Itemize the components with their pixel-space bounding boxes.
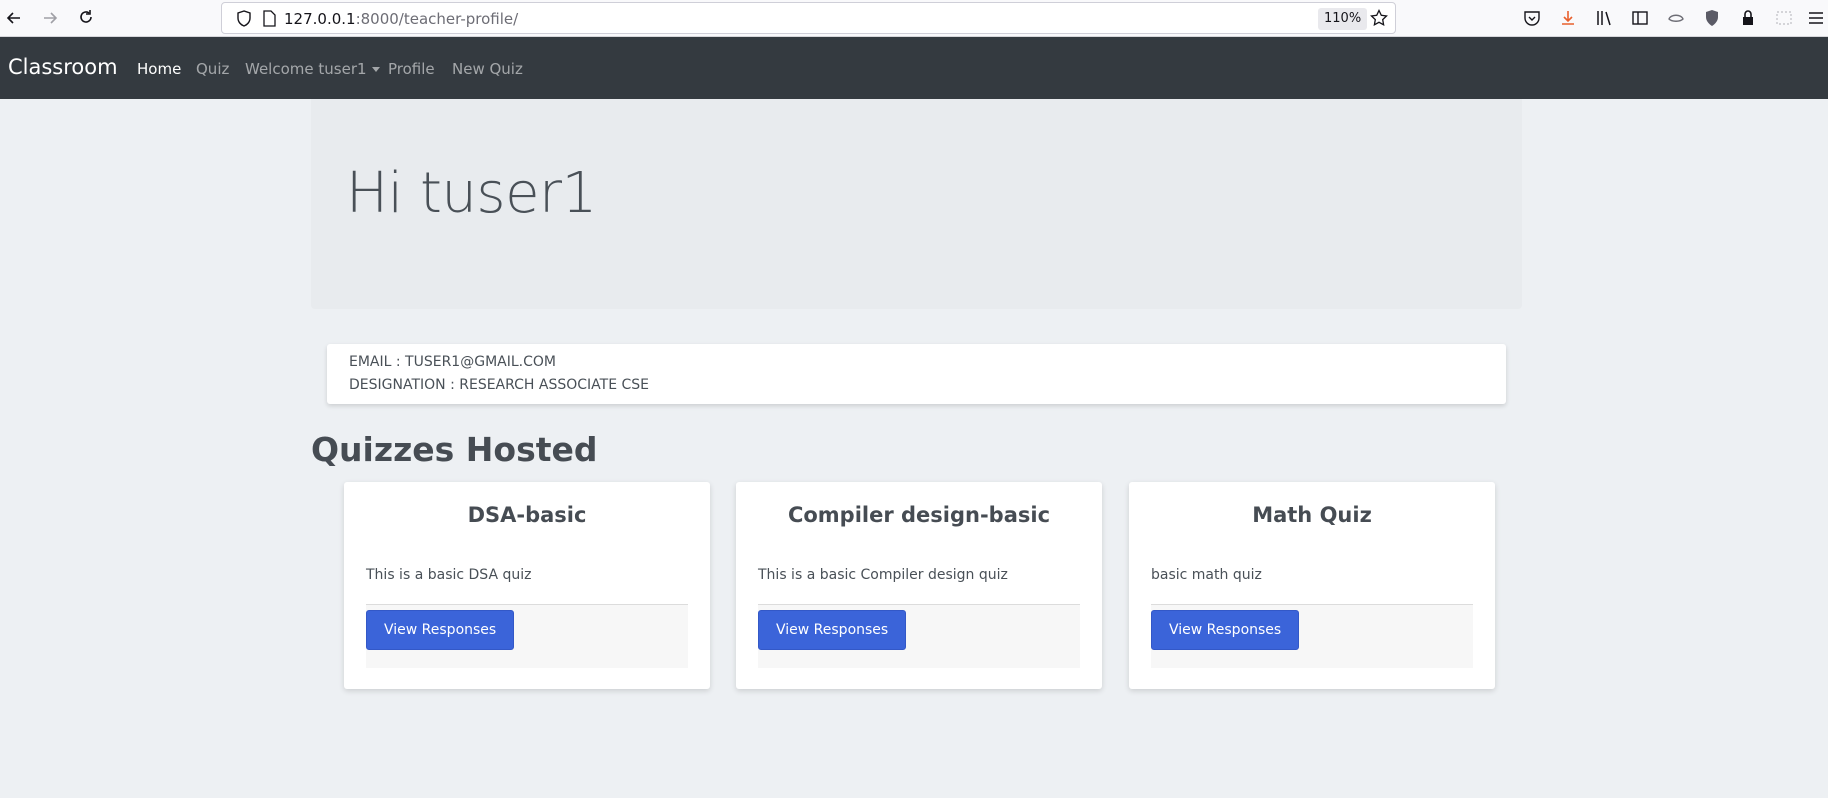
extension-placeholder-icon[interactable] (1774, 8, 1794, 28)
view-responses-button[interactable]: View Responses (1151, 610, 1300, 650)
designation-text: DESIGNATION : RESEARCH ASSOCIATE CSE (349, 377, 650, 393)
nav-welcome-dropdown[interactable]: Welcome tuser1 (245, 60, 380, 78)
url-path: :8000/teacher-profile/ (355, 10, 519, 28)
email-text: EMAIL : TUSER1@GMAIL.COM (349, 354, 556, 370)
reload-icon[interactable] (72, 4, 100, 32)
view-responses-button[interactable]: View Responses (366, 610, 515, 650)
library-icon[interactable] (1594, 8, 1614, 28)
quiz-card-footer: View Responses (758, 604, 1080, 668)
shield-extension-icon[interactable] (1702, 8, 1722, 28)
lock-extension-icon[interactable] (1738, 8, 1758, 28)
url-text[interactable]: 127.0.0.1:8000/teacher-profile/ (284, 10, 518, 28)
extension-mask-icon[interactable] (1666, 8, 1686, 28)
url-bar[interactable]: 127.0.0.1:8000/teacher-profile/ 110% (221, 2, 1396, 34)
nav-quiz[interactable]: Quiz (196, 60, 229, 78)
nav-home[interactable]: Home (137, 60, 181, 78)
quiz-title: DSA-basic (467, 503, 587, 527)
page-title: Hi tuser1 (346, 161, 597, 226)
url-host: 127.0.0.1 (284, 10, 356, 28)
chevron-down-icon (371, 67, 380, 72)
sidebar-icon[interactable] (1630, 8, 1650, 28)
quiz-description: This is a basic Compiler design quiz (758, 567, 1008, 583)
nav-new-quiz[interactable]: New Quiz (452, 60, 523, 78)
quiz-card-footer: View Responses (366, 604, 688, 668)
brand-link[interactable]: Classroom (8, 55, 118, 79)
tracking-shield-icon[interactable] (236, 10, 252, 27)
jumbotron: Hi tuser1 (311, 99, 1522, 309)
main-navbar: Classroom Home Quiz Welcome tuser1 Profi… (0, 37, 1828, 99)
menu-icon[interactable] (1806, 8, 1826, 28)
quiz-description: basic math quiz (1151, 567, 1262, 583)
quiz-title: Math Quiz (1252, 503, 1372, 527)
quiz-card: Math Quiz basic math quiz View Responses (1129, 482, 1495, 689)
back-icon[interactable] (0, 4, 28, 32)
quiz-title: Compiler design-basic (787, 503, 1051, 527)
bookmark-star-icon[interactable] (1370, 9, 1388, 27)
pocket-icon[interactable] (1522, 8, 1542, 28)
page-info-icon[interactable] (262, 10, 276, 27)
profile-info-card: EMAIL : TUSER1@GMAIL.COM DESIGNATION : R… (327, 344, 1506, 404)
view-responses-button[interactable]: View Responses (758, 610, 907, 650)
quiz-description: This is a basic DSA quiz (366, 567, 532, 583)
quiz-card: DSA-basic This is a basic DSA quiz View … (344, 482, 710, 689)
forward-icon[interactable] (36, 4, 64, 32)
section-title: Quizzes Hosted (311, 430, 598, 469)
downloads-icon[interactable] (1558, 8, 1578, 28)
quiz-card-footer: View Responses (1151, 604, 1473, 668)
browser-toolbar: 127.0.0.1:8000/teacher-profile/ 110% (0, 0, 1828, 37)
quiz-card: Compiler design-basic This is a basic Co… (736, 482, 1102, 689)
nav-welcome-label: Welcome tuser1 (245, 60, 367, 78)
nav-profile[interactable]: Profile (388, 60, 435, 78)
zoom-level-badge[interactable]: 110% (1318, 8, 1368, 30)
